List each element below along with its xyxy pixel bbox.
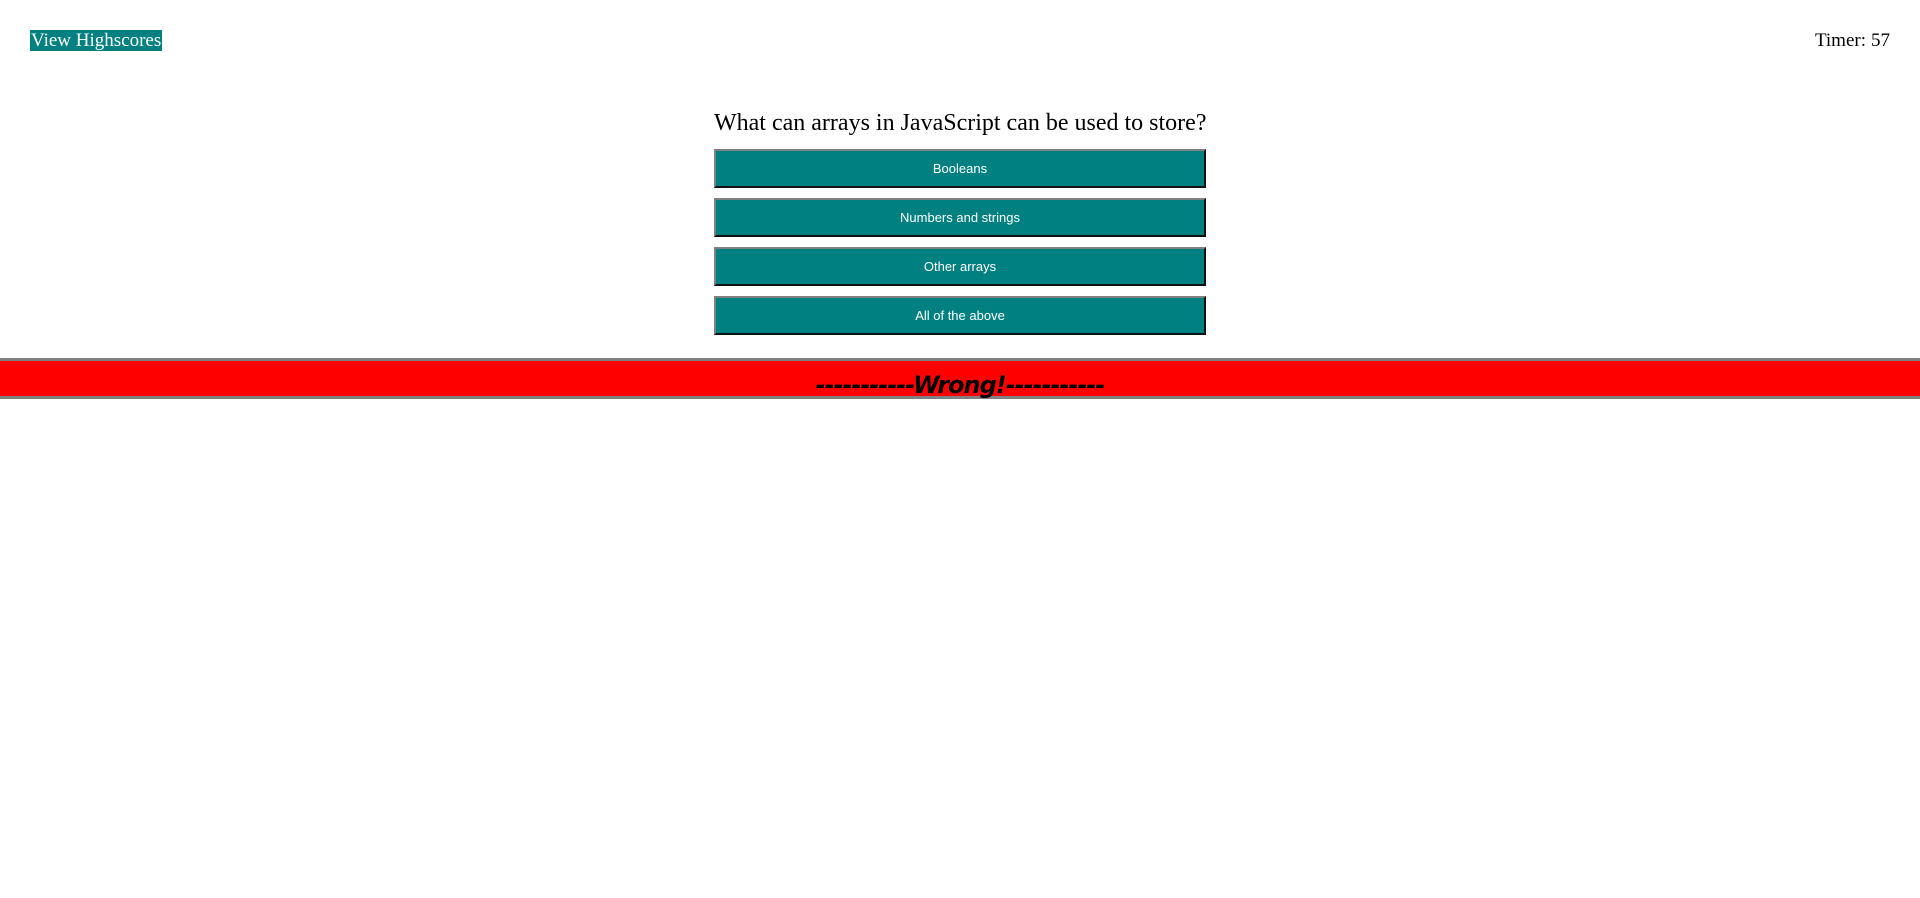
timer-label: Timer: [1814,30,1866,51]
question-text: What can arrays in JavaScript can be use… [714,110,1207,136]
view-highscores-link[interactable]: View Highscores [30,30,163,51]
feedback-text: -----------Wrong!----------- [815,371,1106,399]
answer-button-all-of-the-above[interactable]: All of the above [714,296,1206,335]
quiz-container: What can arrays in JavaScript can be use… [714,107,1206,345]
feedback-banner: -----------Wrong!----------- [0,358,1920,399]
answer-list: Booleans Numbers and strings Other array… [714,149,1206,335]
answer-button-numbers-and-strings[interactable]: Numbers and strings [714,198,1206,237]
timer: Timer: 57 [1815,30,1890,51]
answer-button-booleans[interactable]: Booleans [714,149,1206,188]
answer-button-other-arrays[interactable]: Other arrays [714,247,1206,286]
timer-value: 57 [1871,30,1890,51]
